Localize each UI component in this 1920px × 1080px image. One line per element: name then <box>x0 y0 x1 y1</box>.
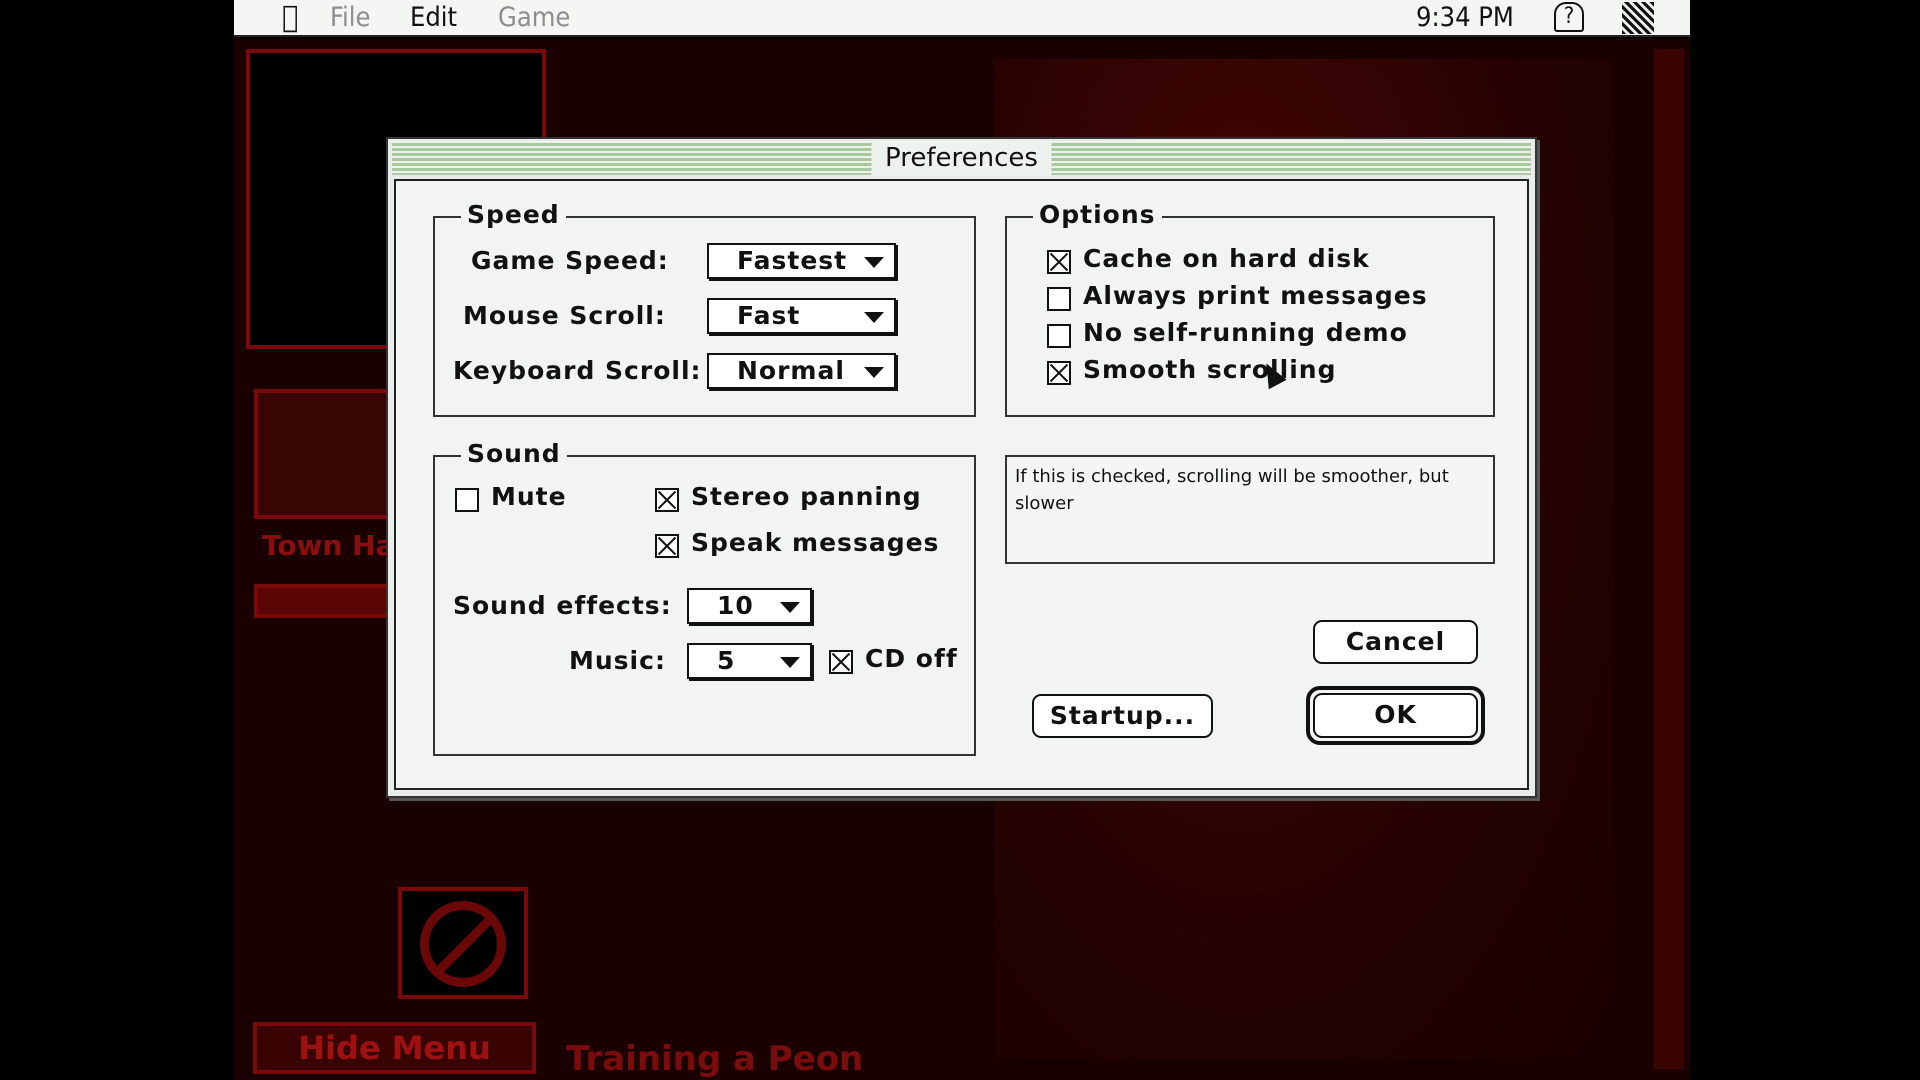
stereo-panning-label[interactable]: Stereo panning <box>691 482 922 511</box>
menu-bar:  File Edit Game 9:34 PM ? <box>234 0 1690 37</box>
building-label: Town Ha <box>262 529 395 562</box>
music-label: Music: <box>569 646 666 675</box>
prohibited-icon <box>420 901 506 987</box>
music-select[interactable]: 5 <box>687 643 812 679</box>
clock: 9:34 PM <box>1416 2 1514 33</box>
chevron-down-icon <box>780 657 800 668</box>
status-text: Training a Peon <box>566 1039 864 1079</box>
chevron-down-icon <box>780 602 800 613</box>
stereo-panning-checkbox[interactable] <box>655 488 679 512</box>
smooth-scrolling-label[interactable]: Smooth scrolling <box>1083 355 1336 384</box>
keyboard-scroll-label: Keyboard Scroll: <box>453 356 702 385</box>
cd-off-label[interactable]: CD off <box>865 644 958 673</box>
menu-file[interactable]: File <box>330 2 370 33</box>
cancel-button[interactable]: Cancel <box>1313 620 1478 664</box>
cache-checkbox[interactable] <box>1047 250 1071 274</box>
title-bar[interactable]: Preferences <box>392 141 1531 175</box>
menu-game[interactable]: Game <box>498 2 570 33</box>
unit-portrait <box>254 389 404 519</box>
apple-icon[interactable]:  <box>282 0 298 35</box>
speak-messages-checkbox[interactable] <box>655 534 679 558</box>
mouse-scroll-select[interactable]: Fast <box>707 298 896 334</box>
speed-group: Speed Game Speed: Fastest Mouse Scroll: … <box>433 200 976 417</box>
smooth-scrolling-checkbox[interactable] <box>1047 361 1071 385</box>
cancel-action-button[interactable] <box>398 887 528 999</box>
mute-label[interactable]: Mute <box>491 482 567 511</box>
balloon-help-icon[interactable]: ? <box>1554 2 1584 32</box>
mute-checkbox[interactable] <box>455 488 479 512</box>
keyboard-scroll-value: Normal <box>737 356 845 385</box>
menu-edit[interactable]: Edit <box>410 2 457 33</box>
game-speed-value: Fastest <box>737 246 848 275</box>
dialog-title: Preferences <box>871 141 1052 175</box>
chevron-down-icon <box>864 312 884 323</box>
map-border <box>1654 49 1684 1069</box>
keyboard-scroll-select[interactable]: Normal <box>707 353 896 389</box>
progress-bar <box>254 584 404 618</box>
cd-off-checkbox[interactable] <box>829 650 853 674</box>
sound-effects-label: Sound effects: <box>453 591 672 620</box>
mouse-scroll-label: Mouse Scroll: <box>463 301 666 330</box>
no-demo-checkbox[interactable] <box>1047 324 1071 348</box>
options-legend: Options <box>1033 200 1162 229</box>
sound-legend: Sound <box>461 439 567 468</box>
chevron-down-icon <box>864 257 884 268</box>
dialog-content: Speed Game Speed: Fastest Mouse Scroll: … <box>394 179 1529 790</box>
sound-effects-value: 10 <box>717 591 754 620</box>
sound-group: Sound Mute Stereo panning Speak messages… <box>433 439 976 756</box>
cache-label[interactable]: Cache on hard disk <box>1083 244 1370 273</box>
mouse-scroll-value: Fast <box>737 301 801 330</box>
speed-legend: Speed <box>461 200 566 229</box>
hide-menu-button[interactable]: Hide Menu <box>253 1022 536 1074</box>
application-menu-icon[interactable] <box>1622 2 1654 34</box>
print-messages-label[interactable]: Always print messages <box>1083 281 1428 310</box>
preferences-dialog: Preferences Speed Game Speed: Fastest Mo… <box>386 137 1537 798</box>
music-value: 5 <box>717 646 736 675</box>
sound-effects-select[interactable]: 10 <box>687 588 812 624</box>
chevron-down-icon <box>864 367 884 378</box>
ok-button[interactable]: OK <box>1313 693 1478 738</box>
startup-button[interactable]: Startup... <box>1032 694 1213 738</box>
options-group: Options Cache on hard disk Always print … <box>1005 200 1495 417</box>
no-demo-label[interactable]: No self-running demo <box>1083 318 1408 347</box>
game-speed-select[interactable]: Fastest <box>707 243 896 279</box>
ok-button-frame[interactable]: OK <box>1306 686 1485 745</box>
print-messages-checkbox[interactable] <box>1047 287 1071 311</box>
help-text-box: If this is checked, scrolling will be sm… <box>1005 455 1495 564</box>
speak-messages-label[interactable]: Speak messages <box>691 528 939 557</box>
game-speed-label: Game Speed: <box>471 246 669 275</box>
